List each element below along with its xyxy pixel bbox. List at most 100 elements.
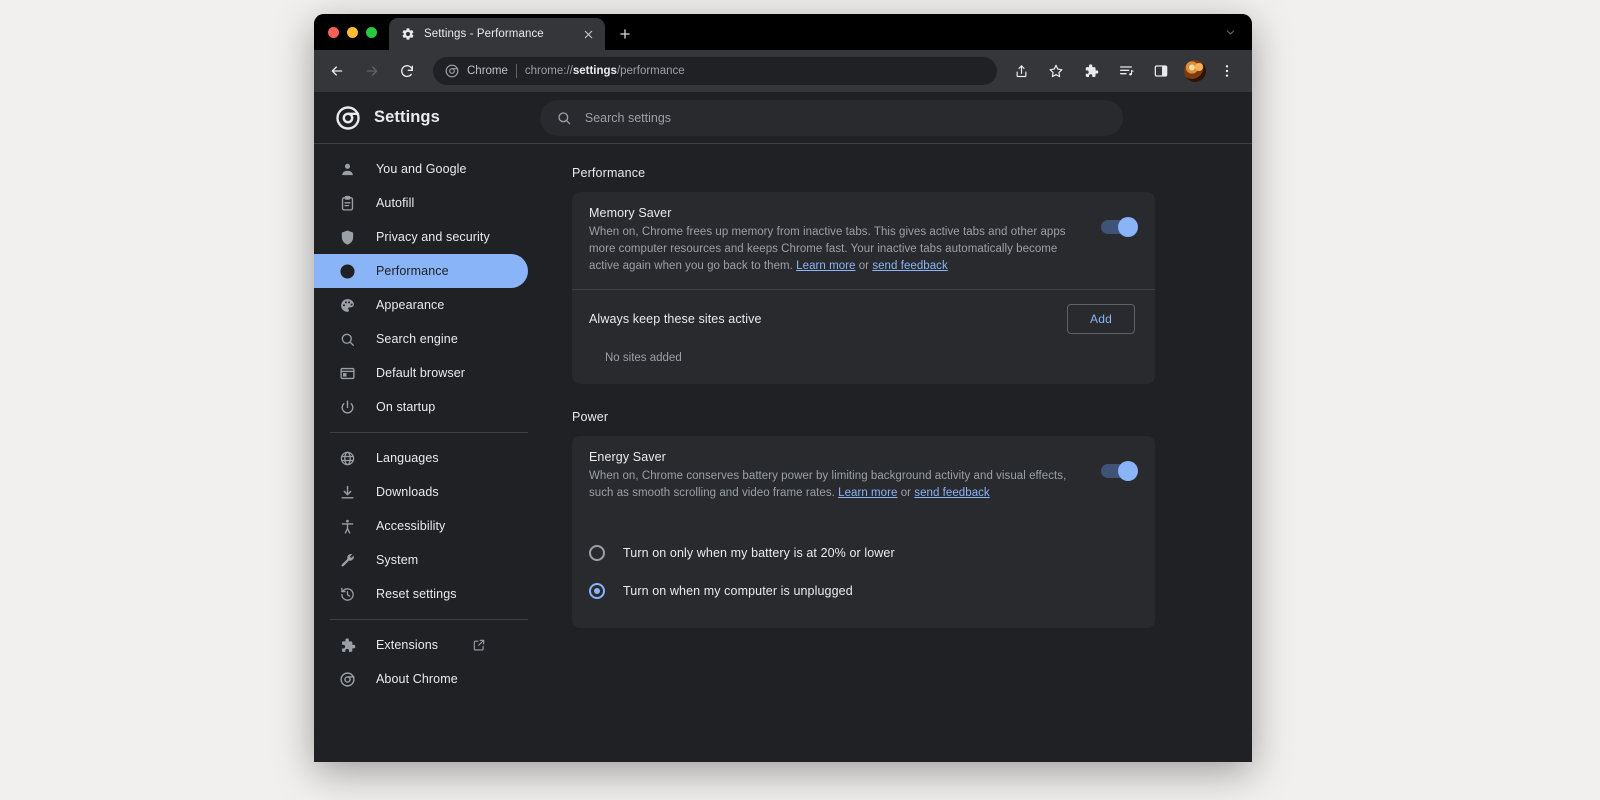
- sidebar-item-label: Reset settings: [376, 587, 457, 601]
- tab-search-button[interactable]: [1218, 20, 1242, 44]
- sidebar-item-downloads[interactable]: Downloads: [314, 475, 528, 509]
- sidebar-divider: [330, 619, 528, 620]
- omnibox-chrome-label: Chrome: [467, 65, 508, 77]
- search-icon: [338, 330, 356, 348]
- omnibox-divider: [516, 64, 517, 78]
- energy-saver-learn-more-link[interactable]: Learn more: [838, 487, 897, 499]
- energy-saver-card: Energy Saver When on, Chrome conserves b…: [572, 436, 1155, 628]
- energy-saver-toggle[interactable]: [1101, 464, 1135, 478]
- sidebar-item-label: Downloads: [376, 485, 439, 499]
- energy-saver-description: When on, Chrome conserves battery power …: [589, 468, 1083, 502]
- window-minimize-button[interactable]: [347, 27, 358, 38]
- browser-tab[interactable]: Settings - Performance: [389, 18, 605, 50]
- memory-saver-send-feedback-link[interactable]: send feedback: [872, 260, 947, 272]
- power-icon: [338, 398, 356, 416]
- tab-title: Settings - Performance: [424, 28, 571, 40]
- search-input[interactable]: [585, 111, 1107, 125]
- sidebar-item-languages[interactable]: Languages: [314, 441, 528, 475]
- energy-saver-option-unplugged[interactable]: Turn on when my computer is unplugged: [572, 572, 1155, 610]
- sidebar-item-default-browser[interactable]: Default browser: [314, 356, 528, 390]
- sidebar-divider: [330, 432, 528, 433]
- forward-button[interactable]: [358, 57, 386, 85]
- radio-label: Turn on when my computer is unplugged: [623, 584, 853, 598]
- sidebar-item-privacy-and-security[interactable]: Privacy and security: [314, 220, 528, 254]
- energy-saver-send-feedback-link[interactable]: send feedback: [914, 487, 989, 499]
- sidebar-item-appearance[interactable]: Appearance: [314, 288, 528, 322]
- toggle-knob: [1118, 217, 1138, 237]
- sidebar-item-label: Languages: [376, 451, 439, 465]
- radio-button[interactable]: [589, 545, 605, 561]
- energy-saver-row: Energy Saver When on, Chrome conserves b…: [572, 436, 1155, 516]
- share-icon[interactable]: [1007, 57, 1035, 85]
- address-bar[interactable]: Chrome chrome://settings/performance: [433, 57, 997, 85]
- always-keep-sites-active-label: Always keep these sites active: [589, 312, 1049, 326]
- sidebar-item-label: Autofill: [376, 196, 414, 210]
- sidebar-item-label: Search engine: [376, 332, 458, 346]
- sidebar-item-about-chrome[interactable]: About Chrome: [314, 662, 528, 696]
- sidebar-item-label: On startup: [376, 400, 435, 414]
- energy-saver-or: or: [897, 487, 914, 499]
- globe-icon: [338, 449, 356, 467]
- puzzle-icon: [338, 636, 356, 654]
- new-tab-button[interactable]: [611, 20, 639, 48]
- url-suffix: /performance: [617, 65, 685, 77]
- close-icon[interactable]: [580, 26, 597, 43]
- no-sites-added-text: No sites added: [572, 348, 1155, 384]
- browser-window: Settings - Performance: [314, 14, 1252, 762]
- memory-saver-toggle[interactable]: [1101, 220, 1135, 234]
- avatar[interactable]: [1184, 60, 1206, 82]
- energy-saver-title: Energy Saver: [589, 450, 1083, 464]
- sidebar-item-performance[interactable]: Performance: [314, 254, 528, 288]
- person-icon: [338, 160, 356, 178]
- radio-label: Turn on only when my battery is at 20% o…: [623, 546, 895, 560]
- sidebar-item-you-and-google[interactable]: You and Google: [314, 152, 528, 186]
- memory-saver-row: Memory Saver When on, Chrome frees up me…: [572, 192, 1155, 289]
- history-restore-icon: [338, 585, 356, 603]
- window-maximize-button[interactable]: [366, 27, 377, 38]
- window-close-button[interactable]: [328, 27, 339, 38]
- accessibility-icon: [338, 517, 356, 535]
- search-settings-box[interactable]: [540, 100, 1123, 136]
- sidebar-item-label: System: [376, 553, 418, 567]
- speedometer-icon: [338, 262, 356, 280]
- open-in-new-icon[interactable]: [472, 638, 486, 652]
- settings-page: Settings You and Google: [314, 92, 1252, 762]
- energy-saver-option-battery[interactable]: Turn on only when my battery is at 20% o…: [572, 534, 1155, 572]
- add-site-button[interactable]: Add: [1067, 304, 1135, 334]
- bookmark-star-icon[interactable]: [1042, 57, 1070, 85]
- sidebar-item-label: Performance: [376, 264, 449, 278]
- clipboard-icon: [338, 194, 356, 212]
- tab-strip: Settings - Performance: [314, 14, 1252, 50]
- chrome-logo-icon: [338, 670, 356, 688]
- url-prefix: chrome://: [525, 65, 573, 77]
- sidebar-item-label: Appearance: [376, 298, 444, 312]
- section-title-power: Power: [572, 410, 1252, 424]
- settings-main-content: Performance Memory Saver When on, Chrome…: [552, 144, 1252, 762]
- sidebar-item-reset-settings[interactable]: Reset settings: [314, 577, 528, 611]
- reload-button[interactable]: [393, 57, 421, 85]
- sidebar-item-autofill[interactable]: Autofill: [314, 186, 528, 220]
- wrench-icon: [338, 551, 356, 569]
- browser-toolbar: Chrome chrome://settings/performance: [314, 50, 1252, 92]
- memory-saver-learn-more-link[interactable]: Learn more: [796, 260, 855, 272]
- settings-header: Settings: [314, 92, 1252, 144]
- reading-list-icon[interactable]: [1112, 57, 1140, 85]
- browser-window-icon: [338, 364, 356, 382]
- memory-saver-description: When on, Chrome frees up memory from ina…: [589, 224, 1083, 275]
- sidebar-item-accessibility[interactable]: Accessibility: [314, 509, 528, 543]
- sidebar-item-extensions[interactable]: Extensions: [314, 628, 528, 662]
- page-title: Settings: [374, 108, 440, 127]
- memory-saver-or: or: [855, 260, 872, 272]
- url-bold: settings: [573, 65, 617, 77]
- sidebar-item-on-startup[interactable]: On startup: [314, 390, 528, 424]
- back-button[interactable]: [323, 57, 351, 85]
- extensions-puzzle-icon[interactable]: [1077, 57, 1105, 85]
- sidebar-item-system[interactable]: System: [314, 543, 528, 577]
- side-panel-icon[interactable]: [1147, 57, 1175, 85]
- radio-button-selected[interactable]: [589, 583, 605, 599]
- sidebar-item-label: Privacy and security: [376, 230, 490, 244]
- palette-icon: [338, 296, 356, 314]
- sidebar-item-search-engine[interactable]: Search engine: [314, 322, 528, 356]
- sidebar-item-label: Extensions: [376, 638, 438, 652]
- browser-menu-icon[interactable]: [1213, 57, 1241, 85]
